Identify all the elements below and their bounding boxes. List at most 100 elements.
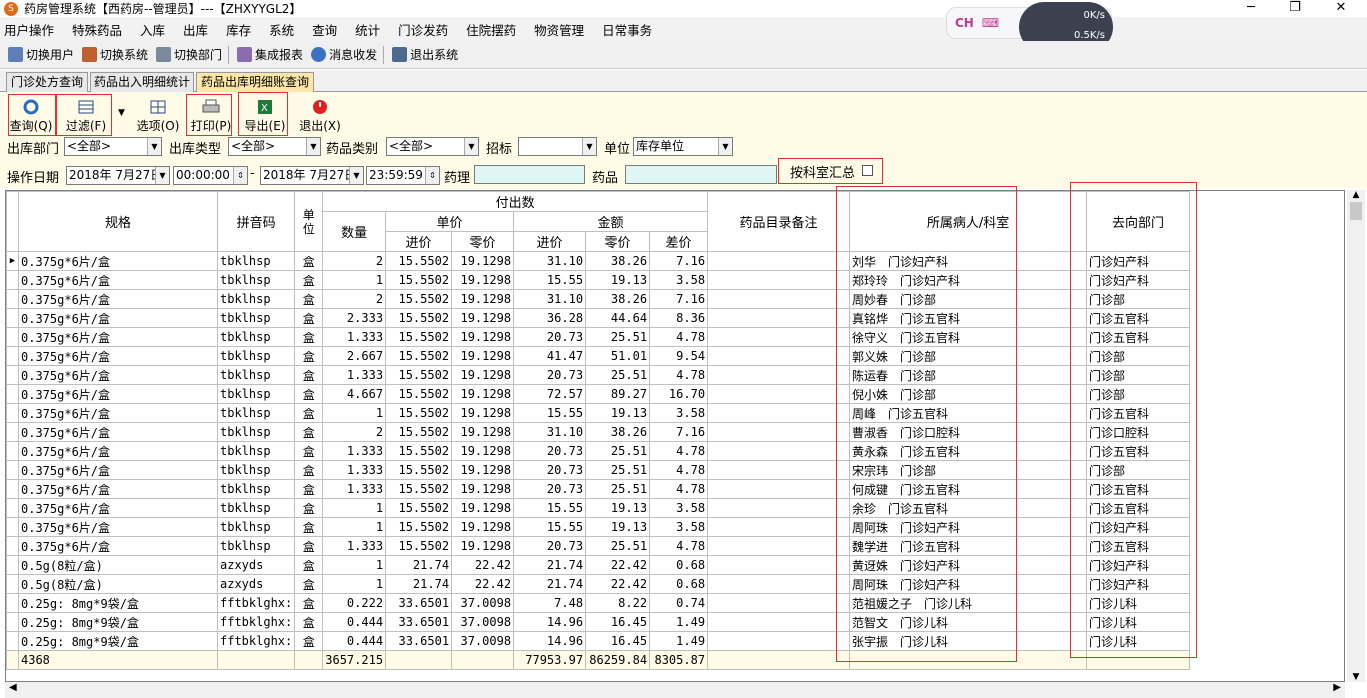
row-indicator [6, 555, 19, 575]
table-cell: 25.51 [585, 365, 651, 385]
upload-speed: 0.5K/s [1073, 30, 1105, 41]
table-cell: 37.0098 [451, 593, 515, 613]
table-cell: 19.13 [585, 498, 651, 518]
menu-item-daily[interactable]: 日常事务 [602, 20, 652, 39]
date-from-picker[interactable]: 2018年 7月27日 ▼ [66, 166, 170, 185]
category-select-value: <全部> [389, 139, 434, 153]
pharmacology-input[interactable] [474, 165, 585, 184]
time-to-spinner[interactable]: 23:59:59 ⇕ [366, 166, 440, 185]
current-row-indicator-icon: ▶ [6, 251, 19, 271]
col-diff-header[interactable]: 差价 [649, 231, 709, 252]
print-highlight [186, 94, 232, 136]
table-cell: fftbklghx: [216, 593, 296, 613]
bid-select[interactable]: ▼ [518, 137, 597, 156]
table-cell: 15.55 [513, 403, 587, 423]
scroll-down-icon[interactable]: ▼ [1347, 672, 1365, 682]
vertical-scrollbar[interactable]: ▲ ▼ [1347, 190, 1365, 682]
col-in-price-header[interactable]: 进价 [385, 231, 453, 252]
table-cell: 15.5502 [385, 251, 453, 271]
table-cell: 盒 [294, 270, 324, 290]
table-cell: tbklhsp [216, 289, 296, 309]
toolbar-separator [228, 45, 230, 64]
table-cell: 7.16 [649, 251, 709, 271]
summary-empty-cell [294, 650, 324, 670]
tab-outpatient-prescriptions[interactable]: 门诊处方查询 [6, 72, 88, 92]
exit-button[interactable]: 退出(X) [297, 99, 343, 137]
table-cell: 19.1298 [451, 536, 515, 556]
unit-select[interactable]: 库存单位 ▼ [633, 137, 733, 156]
table-cell: 4.78 [649, 536, 709, 556]
menu-item-statistics[interactable]: 统计 [355, 20, 380, 39]
options-button[interactable]: 选项(O) [135, 99, 181, 137]
table-cell: 1.333 [322, 365, 387, 385]
menu-item-special-drugs[interactable]: 特殊药品 [72, 20, 122, 39]
minimize-button[interactable]: ─ [1228, 0, 1274, 17]
table-cell: 19.1298 [451, 498, 515, 518]
exit-door-icon [392, 47, 408, 62]
col-remark-header[interactable]: 药品目录备注 [707, 191, 851, 252]
menu-item-stock[interactable]: 库存 [226, 20, 251, 39]
table-cell: 89.27 [585, 384, 651, 404]
chevron-down-icon: ▼ [582, 138, 596, 155]
scroll-right-icon[interactable]: ▶ [1333, 682, 1341, 693]
menu-item-system[interactable]: 系统 [269, 20, 294, 39]
row-indicator [6, 422, 19, 442]
dept-select[interactable]: <全部> ▼ [64, 137, 162, 156]
filter-dropdown-arrow-icon[interactable]: ▼ [118, 108, 125, 118]
menu-item-supplies[interactable]: 物资管理 [534, 20, 584, 39]
table-cell: 0.375g*6片/盒 [18, 289, 218, 309]
row-indicator [6, 403, 19, 423]
close-button[interactable]: ✕ [1318, 0, 1364, 17]
scroll-up-icon[interactable]: ▲ [1347, 190, 1365, 200]
summary-by-dept-checkbox[interactable] [862, 165, 873, 176]
tab-outbound-detail[interactable]: 药品出库明细账查询 [196, 72, 314, 92]
row-indicator [6, 441, 19, 461]
menu-item-inpatient[interactable]: 住院摆药 [466, 20, 516, 39]
message-button[interactable]: 消息收发 [311, 46, 377, 63]
date-label: 操作日期 [7, 171, 60, 186]
category-select[interactable]: <全部> ▼ [386, 137, 479, 156]
table-cell: 0.375g*6片/盒 [18, 479, 218, 499]
col-pinyin-header[interactable]: 拼音码 [216, 191, 296, 252]
scroll-left-icon[interactable]: ◀ [9, 682, 17, 693]
drug-input[interactable] [625, 165, 777, 184]
table-cell: 22.42 [585, 574, 651, 594]
col-amount-in-header[interactable]: 进价 [513, 231, 587, 252]
integrated-report-button[interactable]: 集成报表 [237, 46, 303, 63]
scroll-thumb[interactable] [1350, 202, 1362, 220]
time-to-value: 23:59:59 [369, 168, 423, 182]
table-cell [707, 479, 851, 499]
menu-item-query[interactable]: 查询 [312, 20, 337, 39]
time-from-spinner[interactable]: 00:00:00 ⇕ [173, 166, 248, 185]
table-cell [707, 308, 851, 328]
col-retail-price-header[interactable]: 零价 [451, 231, 515, 252]
menu-item-inbound[interactable]: 入库 [140, 20, 165, 39]
exit-system-button[interactable]: 退出系统 [392, 46, 458, 63]
menu-item-user[interactable]: 用户操作 [4, 20, 54, 39]
table-cell [707, 517, 851, 537]
switch-system-button[interactable]: 切换系统 [82, 46, 148, 63]
date-to-value: 2018年 7月27日 [263, 168, 357, 182]
table-cell: 1 [322, 498, 387, 518]
table-cell: 25.51 [585, 327, 651, 347]
col-qty-header[interactable]: 数量 [322, 211, 387, 252]
maximize-button[interactable]: ❐ [1272, 0, 1318, 17]
table-cell: 1 [322, 555, 387, 575]
type-select[interactable]: <全部> ▼ [228, 137, 321, 156]
switch-user-button[interactable]: 切换用户 [8, 46, 74, 63]
col-amount-retail-header[interactable]: 零价 [585, 231, 651, 252]
menu-item-outpatient[interactable]: 门诊发药 [398, 20, 448, 39]
horizontal-scrollbar[interactable]: ◀ ▶ [5, 682, 1345, 698]
col-spec-header[interactable]: 规格 [18, 191, 218, 252]
col-unit-header[interactable]: 单位 [294, 191, 324, 252]
tab-drug-io-stats[interactable]: 药品出入明细统计 [90, 72, 194, 92]
switch-dept-button[interactable]: 切换部门 [156, 46, 222, 63]
table-cell: 盒 [294, 612, 324, 632]
ime-toolbar[interactable]: CH ⌨ 0K/s 0.5K/s [946, 2, 1113, 52]
table-cell: 21.74 [513, 555, 587, 575]
table-cell: tbklhsp [216, 536, 296, 556]
row-indicator [6, 308, 19, 328]
department-icon [156, 47, 172, 62]
date-to-picker[interactable]: 2018年 7月27日 ▼ [260, 166, 364, 185]
menu-item-outbound[interactable]: 出库 [183, 20, 208, 39]
